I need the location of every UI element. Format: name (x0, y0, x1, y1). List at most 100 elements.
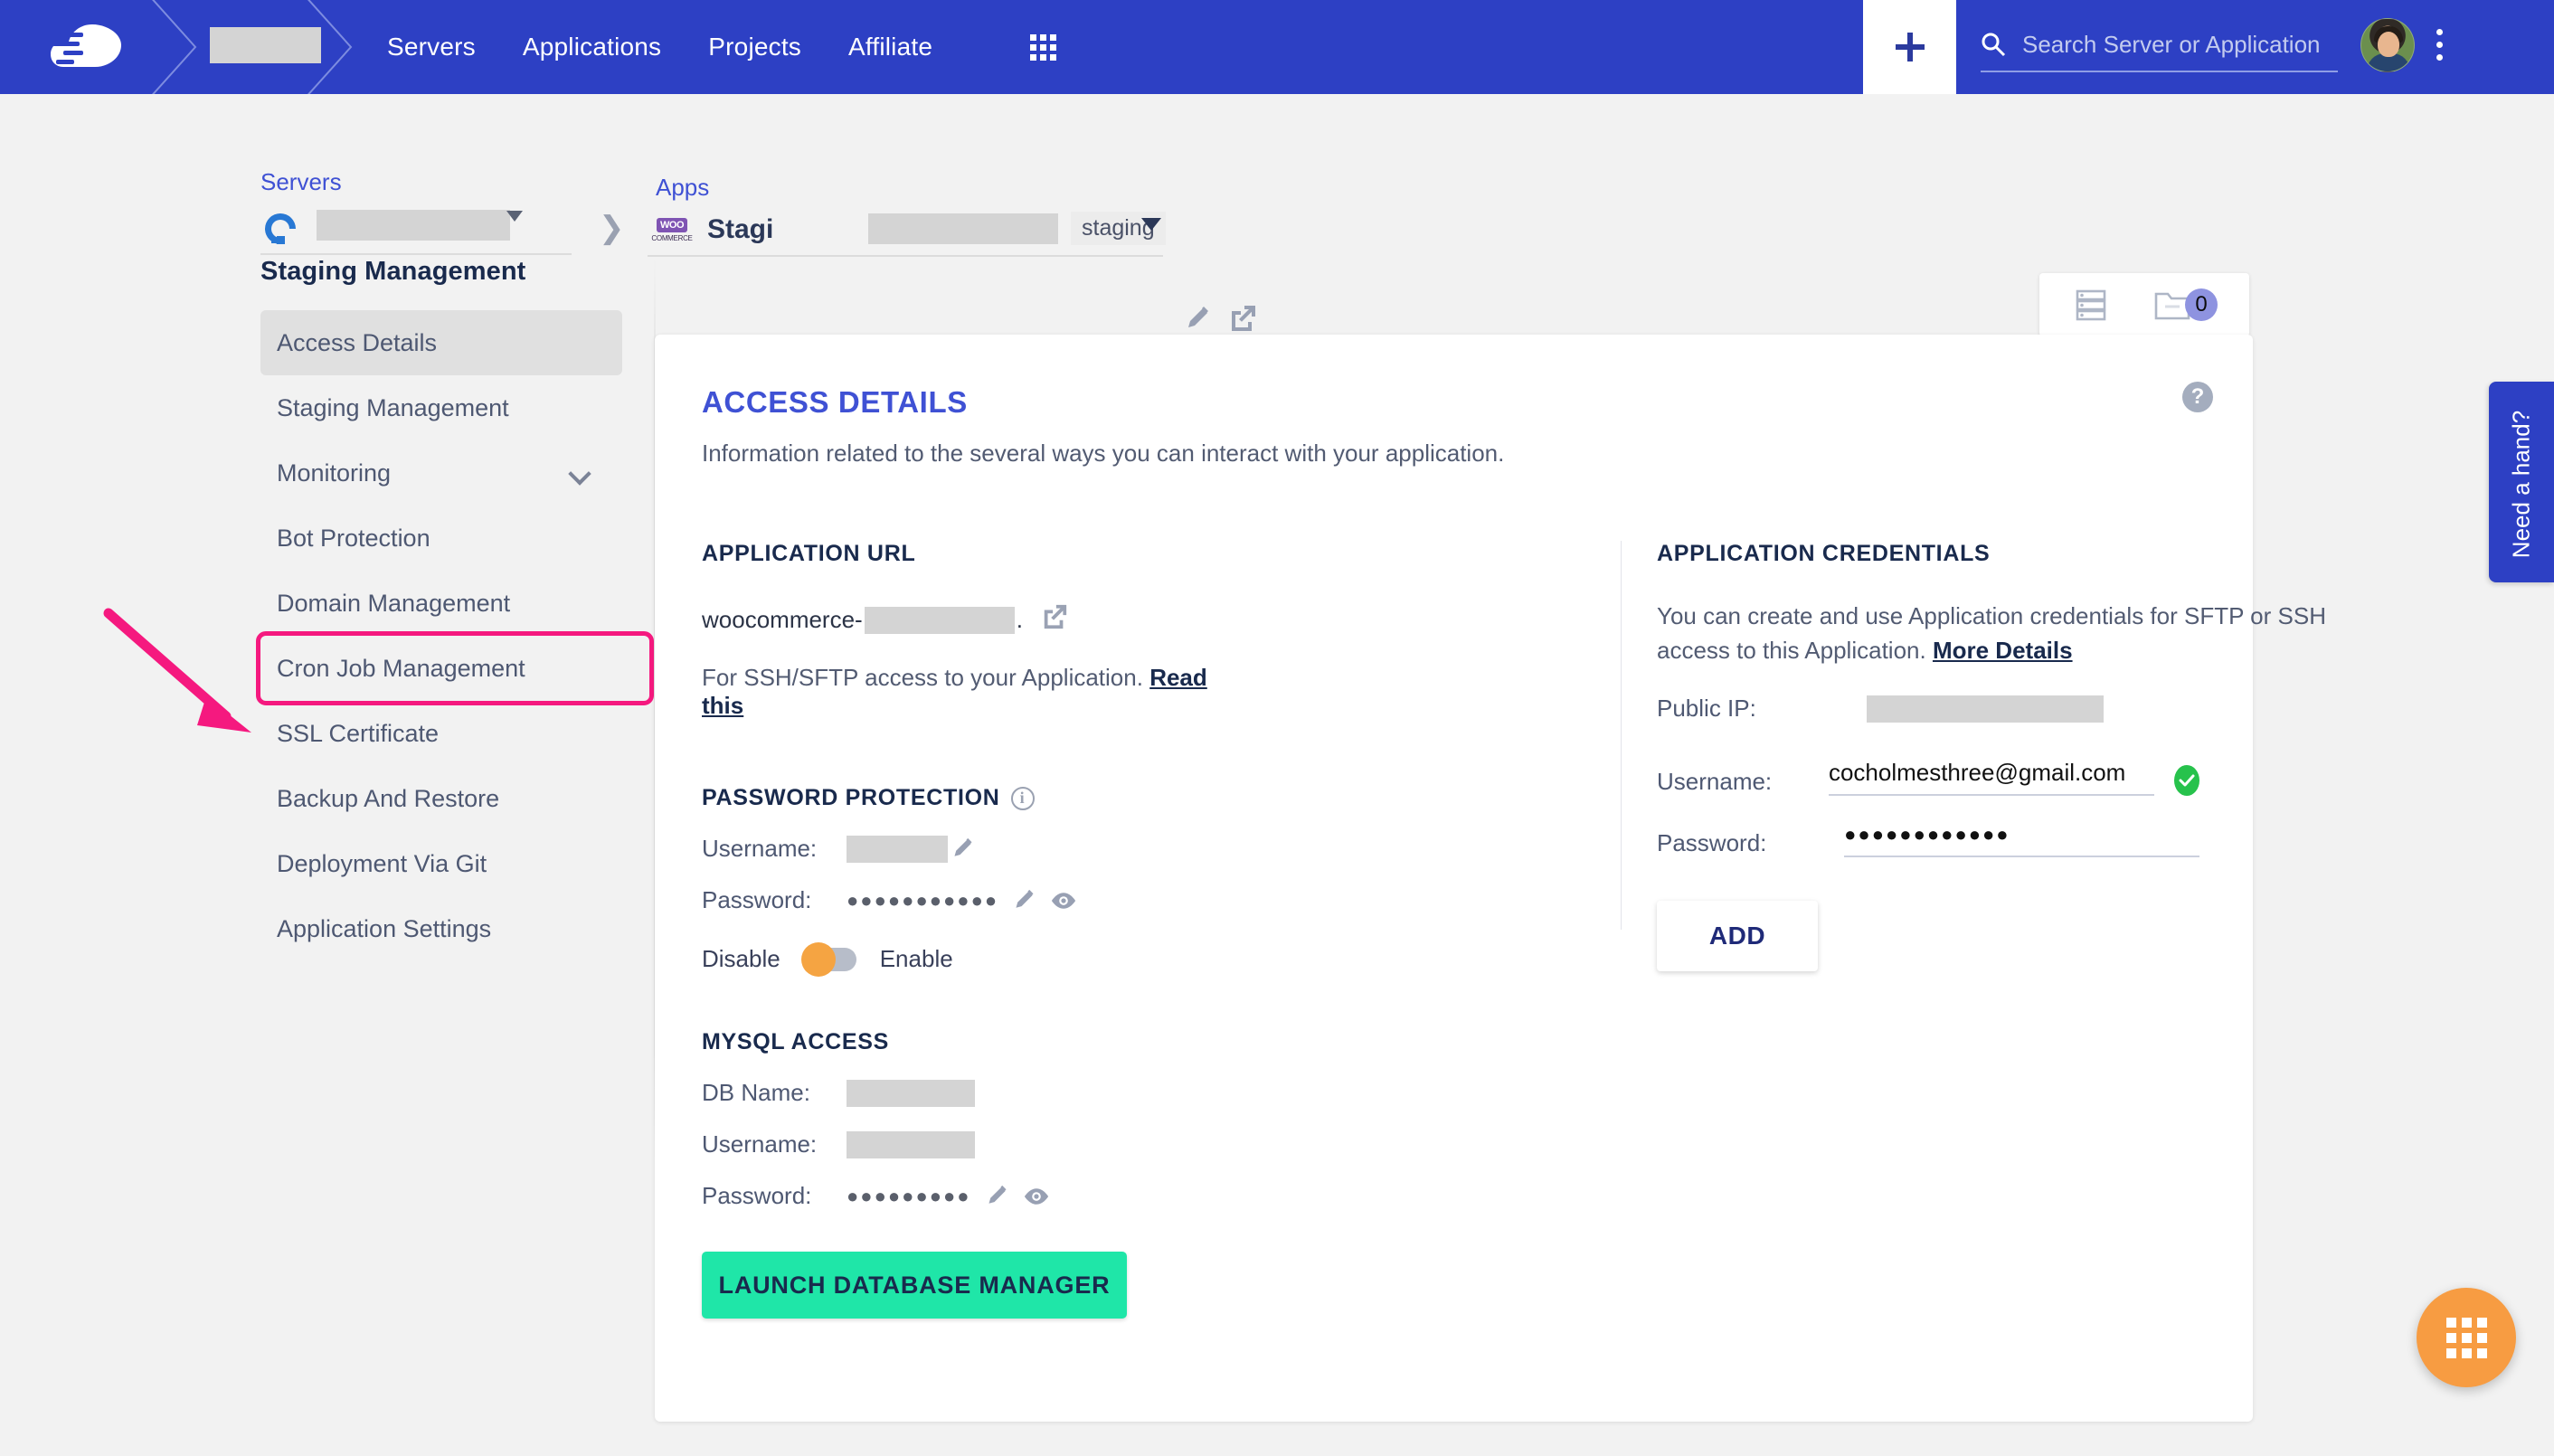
app-selector[interactable]: WOO COMMERCE Stagi staging (648, 204, 1166, 257)
sidebar-item-bot-protection[interactable]: Bot Protection (260, 506, 622, 571)
view-toggle-panel: 0 (2039, 273, 2249, 336)
sidebar-item-label: Bot Protection (277, 524, 430, 552)
ssh-note-text: For SSH/SFTP access to your Application. (702, 664, 1143, 691)
sidebar-item-deployment-via-git[interactable]: Deployment Via Git (260, 831, 622, 896)
credentials-password-masked[interactable]: ●●●●●●●●●●●● (1844, 823, 2199, 858)
launch-database-manager-button[interactable]: LAUNCH DATABASE MANAGER (702, 1252, 1127, 1319)
quick-apps-fab[interactable] (2417, 1288, 2516, 1387)
mysql-access-heading: MYSQL ACCESS (702, 1029, 1244, 1055)
need-a-hand-tab[interactable]: Need a hand? (2489, 382, 2554, 582)
woocommerce-icon: WOO COMMERCE (651, 217, 693, 242)
app-caret-down-icon[interactable] (1141, 218, 1161, 231)
sidebar-item-ssl-certificate[interactable]: SSL Certificate (260, 701, 622, 766)
sidebar-item-backup-and-restore[interactable]: Backup And Restore (260, 766, 622, 831)
credentials-password-row: Password: ●●●●●●●●●●●● (1657, 823, 2199, 858)
access-details-card: ACCESS DETAILS Information related to th… (655, 335, 2326, 1422)
nav-item-servers[interactable]: Servers (387, 33, 476, 61)
section-label: MYSQL ACCESS (702, 1029, 890, 1054)
eye-icon[interactable] (1024, 1187, 1049, 1206)
nav-item-affiliate[interactable]: Affiliate (848, 33, 932, 61)
sidebar-item-label: Staging Management (277, 393, 509, 421)
section-label: APPLICATION URL (702, 541, 916, 566)
ssh-sftp-note: For SSH/SFTP access to your Application.… (702, 664, 1244, 720)
eye-icon[interactable] (1051, 891, 1076, 911)
application-url-row: woocommerce- . (702, 603, 1244, 637)
sidebar-item-label: Backup And Restore (277, 784, 500, 812)
right-column: APPLICATION CREDENTIALS You can create a… (1657, 541, 2326, 972)
info-circle-icon[interactable]: i (1010, 786, 1035, 810)
sidebar-item-staging-management[interactable]: Staging Management (260, 375, 622, 440)
pp-password-row: Password: ●●●●●●●●●●● (702, 886, 1244, 914)
public-ip-label: Public IP: (1657, 695, 1756, 723)
sidebar-item-access-details[interactable]: Access Details (260, 310, 622, 375)
nav-item-projects[interactable]: Projects (708, 33, 801, 61)
pencil-icon[interactable] (1185, 306, 1212, 337)
mysql-password-label: Password: (702, 1182, 812, 1209)
pp-username-redacted (847, 835, 948, 863)
add-new-button[interactable] (1863, 0, 1956, 94)
pp-username-label: Username: (702, 835, 818, 862)
section-label: APPLICATION CREDENTIALS (1657, 541, 1991, 566)
sidebar-item-domain-management[interactable]: Domain Management (260, 571, 622, 636)
search-input[interactable] (2022, 30, 2321, 59)
page-subtitle: Information related to the several ways … (702, 440, 1505, 467)
mysql-password-masked: ●●●●●●●●● (847, 1184, 971, 1207)
server-list-icon[interactable] (2071, 285, 2111, 325)
add-credentials-button[interactable]: ADD (1657, 901, 1818, 972)
pencil-icon[interactable] (951, 837, 975, 861)
sidebar-title: Staging Management (260, 257, 526, 286)
sidebar-item-label: Deployment Via Git (277, 849, 487, 877)
more-details-link[interactable]: More Details (1933, 637, 2073, 664)
caret-down-icon (506, 211, 523, 222)
sidebar-item-cron-job-management[interactable]: Cron Job Management (256, 631, 654, 705)
password-protection-toggle[interactable] (800, 941, 856, 977)
sidebar-item-label: SSL Certificate (277, 719, 440, 747)
sidebar-item-label: Access Details (277, 328, 438, 356)
green-check-circle-icon (2174, 765, 2199, 797)
credentials-username-input[interactable] (1828, 759, 2155, 797)
external-link-icon[interactable] (1228, 304, 1257, 337)
password-protection-heading: PASSWORD PROTECTION i (702, 785, 1244, 811)
pp-password-masked: ●●●●●●●●●●● (847, 888, 999, 912)
breadcrumb-servers-label: Servers (260, 168, 342, 195)
sidebar-item-application-settings[interactable]: Application Settings (260, 896, 622, 961)
toggle-on-label: Enable (879, 945, 953, 972)
breadcrumb: Servers Apps ❯ WOO COMMERCE Stagi staging (0, 94, 2554, 336)
vertical-dots-icon[interactable] (2436, 29, 2443, 61)
cloudways-cloud-logo (51, 24, 121, 67)
top-navbar: Servers Applications Projects Affiliate (0, 0, 2554, 94)
breadcrumb-chevron-1 (143, 0, 206, 94)
question-mark-help-icon[interactable]: ? (2182, 382, 2213, 412)
pencil-icon[interactable] (986, 1185, 1009, 1208)
breadcrumb-chevron-2 (298, 0, 362, 94)
avatar[interactable] (2360, 18, 2415, 72)
credentials-description: You can create and use Application crede… (1657, 600, 2371, 667)
url-prefix: woocommerce- (702, 606, 863, 633)
server-selector[interactable] (260, 204, 572, 255)
sidebar-item-label: Application Settings (277, 914, 492, 942)
public-ip-redacted (1867, 695, 2104, 723)
credentials-password-label: Password: (1657, 829, 1767, 857)
app-name-redacted (868, 213, 1058, 244)
external-link-icon[interactable] (1041, 603, 1068, 637)
nav-item-applications[interactable]: Applications (523, 33, 661, 61)
pencil-icon[interactable] (1013, 889, 1036, 912)
project-count-badge: 0 (2185, 288, 2218, 321)
pp-username-row: Username: (702, 835, 1244, 863)
public-ip-row: Public IP: (1657, 695, 2199, 723)
chevron-down-icon (568, 462, 591, 486)
mysql-dbname-label: DB Name: (702, 1079, 810, 1106)
global-search[interactable] (1981, 18, 2338, 72)
credentials-username-label: Username: (1657, 768, 1773, 796)
apps-grid-icon (2445, 1317, 2487, 1358)
search-icon (1982, 33, 2006, 57)
need-a-hand-label: Need a hand? (2507, 410, 2535, 559)
apps-grid-icon[interactable] (1030, 33, 1057, 61)
mysql-username-label: Username: (702, 1130, 818, 1158)
sidebar-item-label: Monitoring (277, 459, 392, 487)
page-title: ACCESS DETAILS (702, 385, 968, 419)
sidebar-item-monitoring[interactable]: Monitoring (260, 440, 622, 506)
mysql-username-redacted (847, 1130, 975, 1158)
url-suffix: . (1016, 606, 1023, 633)
server-name-redacted (317, 210, 510, 241)
